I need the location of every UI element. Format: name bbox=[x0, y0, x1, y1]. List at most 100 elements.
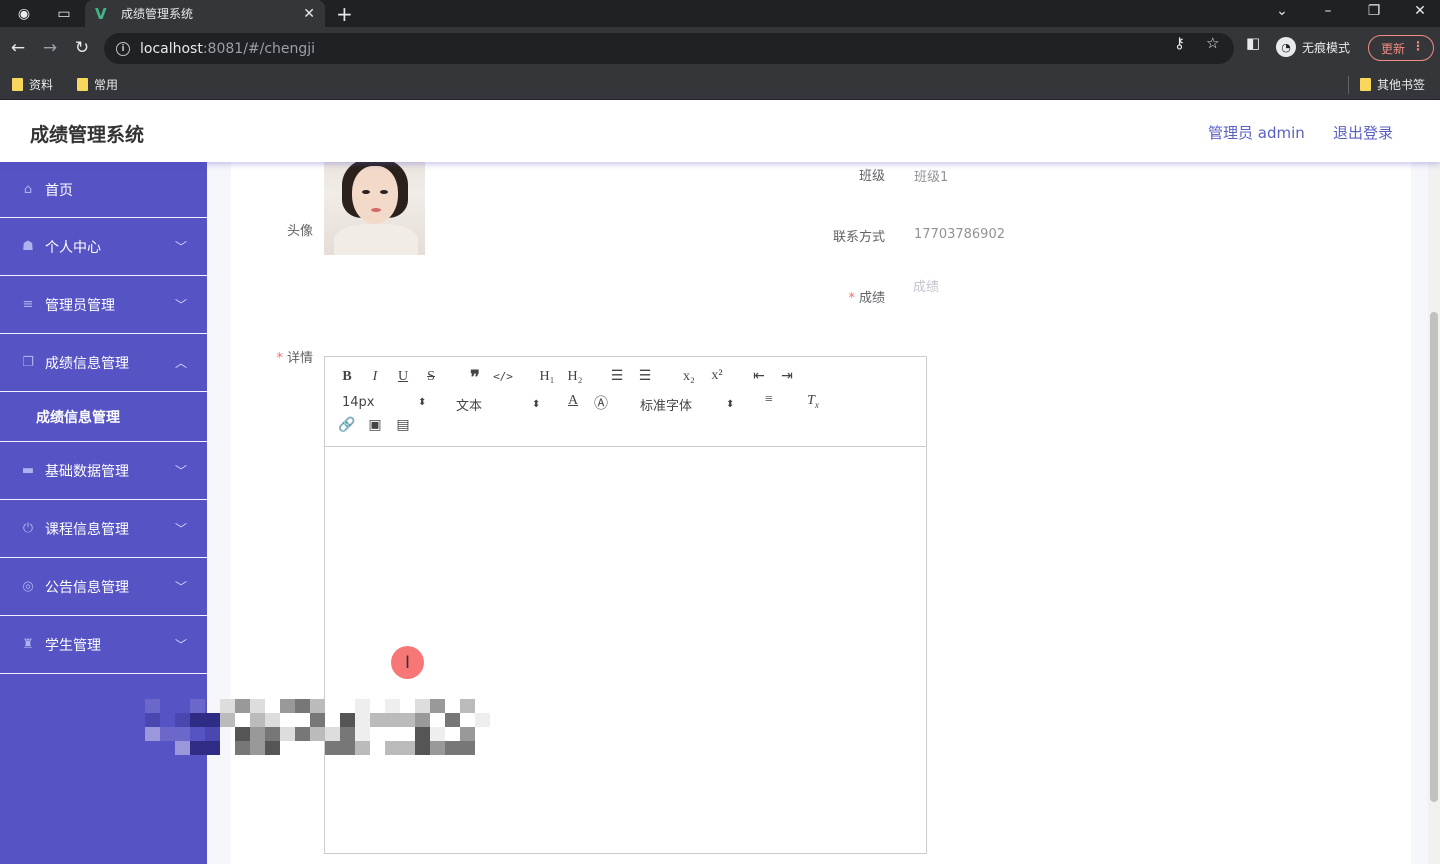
code-block-icon[interactable]: </> bbox=[493, 370, 513, 383]
header-select[interactable]: 文本 ⬍ bbox=[456, 395, 540, 414]
user-icon: ☗ bbox=[22, 239, 34, 254]
avatar-label: 头像 bbox=[286, 224, 313, 239]
sidebar-item-courses[interactable]: ⏻ 课程信息管理 ﹀ bbox=[0, 500, 207, 558]
image-icon[interactable]: ▣ bbox=[365, 417, 385, 434]
app-title: 成绩管理系统 bbox=[30, 124, 145, 146]
sidebar-item-scores[interactable]: ❐ 成绩信息管理 ︿ bbox=[0, 334, 207, 392]
chevron-down-icon: ﹀ bbox=[174, 638, 187, 652]
class-value: 班级1 bbox=[914, 170, 949, 185]
info-icon[interactable]: i bbox=[116, 41, 130, 56]
incognito-profile[interactable]: ◔ 无痕模式 bbox=[1276, 37, 1350, 57]
text-cursor-icon: I bbox=[391, 646, 424, 679]
minimize-icon[interactable]: – bbox=[1316, 3, 1340, 19]
close-window-icon[interactable]: ✕ bbox=[1408, 3, 1432, 19]
bookmark-folder[interactable]: 常用 bbox=[77, 76, 118, 93]
list-icon: ≡ bbox=[22, 297, 34, 312]
monitor-icon: ▬ bbox=[21, 463, 35, 478]
chevron-down-icon: ﹀ bbox=[174, 298, 187, 312]
align-icon[interactable]: ≡ bbox=[759, 392, 779, 408]
contact-value: 17703786902 bbox=[914, 227, 1005, 242]
sidebar-item-home[interactable]: ⌂ 首页 bbox=[0, 162, 207, 218]
video-icon[interactable]: ▤ bbox=[393, 417, 413, 434]
new-tab-icon[interactable]: + bbox=[336, 2, 353, 26]
power-icon: ⏻ bbox=[22, 521, 34, 536]
tab-title: 成绩管理系统 bbox=[121, 7, 194, 21]
score-input[interactable]: 成绩 bbox=[901, 270, 1381, 300]
italic-icon[interactable]: I bbox=[365, 369, 385, 385]
current-user: 管理员 admin bbox=[1208, 124, 1305, 142]
main-content: 头像 班级 班级1 联系方式 17703786902 * 成绩 成绩 * 详情 B bbox=[207, 162, 1440, 864]
blockquote-icon[interactable]: ❞ bbox=[465, 367, 485, 388]
avatar-image[interactable] bbox=[324, 162, 425, 255]
sidebar-item-notices[interactable]: ◎ 公告信息管理 ﹀ bbox=[0, 558, 207, 616]
folder-icon bbox=[77, 78, 88, 91]
sidebar-item-students[interactable]: ♜ 学生管理 ﹀ bbox=[0, 616, 207, 674]
form-card: 头像 班级 班级1 联系方式 17703786902 * 成绩 成绩 * 详情 B bbox=[231, 162, 1411, 864]
class-label: 班级 bbox=[858, 169, 885, 184]
vue-logo-icon: V bbox=[95, 4, 107, 23]
browser-toolbar: ← → ↻ i localhost:8081/#/chengji ⚷ ☆ ◧ ◔… bbox=[0, 27, 1440, 70]
indent-increase-icon[interactable]: ⇥ bbox=[777, 368, 797, 385]
bullet-list-icon[interactable]: ☰ bbox=[635, 368, 655, 385]
ordered-list-icon[interactable]: ☰ bbox=[607, 368, 627, 385]
chevron-down-icon: ﹀ bbox=[174, 580, 187, 594]
home-icon: ⌂ bbox=[23, 182, 33, 197]
sidebar-item-profile[interactable]: ☗ 个人中心 ﹀ bbox=[0, 218, 207, 276]
page-scrollbar[interactable] bbox=[1428, 162, 1440, 864]
clear-format-icon[interactable]: Tx bbox=[803, 393, 823, 410]
tab-list-icon[interactable]: ⌄ bbox=[1270, 3, 1294, 19]
restore-icon[interactable]: ❐ bbox=[1362, 3, 1386, 19]
rich-text-editor: B I U S ❞ </> H₁ H₂ ☰ ☰ x₂ x² ⇤ ⇥ 14px⬍ bbox=[324, 356, 927, 854]
subscript-icon[interactable]: x₂ bbox=[677, 369, 701, 385]
sidebar-subitem-scores[interactable]: 成绩信息管理 bbox=[0, 392, 207, 442]
browser-tab[interactable]: V 成绩管理系统 ✕ bbox=[85, 0, 325, 27]
sidebar-item-base-data[interactable]: ▬ 基础数据管理 ﹀ bbox=[0, 442, 207, 500]
underline-icon[interactable]: U bbox=[393, 369, 413, 385]
logout-link[interactable]: 退出登录 bbox=[1333, 122, 1393, 143]
address-bar[interactable]: i localhost:8081/#/chengji bbox=[104, 33, 1234, 64]
incognito-icon: ◔ bbox=[1276, 37, 1296, 57]
editor-toolbar: B I U S ❞ </> H₁ H₂ ☰ ☰ x₂ x² ⇤ ⇥ 14px⬍ bbox=[325, 357, 926, 447]
sidebar-item-admins[interactable]: ≡ 管理员管理 ﹀ bbox=[0, 276, 207, 334]
key-icon[interactable]: ⚷ bbox=[1174, 34, 1185, 52]
reload-icon[interactable]: ↻ bbox=[70, 36, 94, 60]
sidebar: ⌂ 首页 ☗ 个人中心 ﹀ ≡ 管理员管理 ﹀ ❐ 成绩信息管理 ︿ 成绩信息管… bbox=[0, 162, 207, 864]
chevron-up-icon: ︿ bbox=[174, 356, 187, 370]
bookmark-folder[interactable]: 资料 bbox=[12, 76, 53, 93]
font-size-select[interactable]: 14px ⬍ bbox=[342, 395, 426, 410]
chevron-down-icon: ﹀ bbox=[174, 464, 187, 478]
background-color-icon[interactable]: Ⓐ bbox=[591, 393, 611, 413]
score-label: * 成绩 bbox=[848, 291, 885, 306]
heading-1-icon[interactable]: H₁ bbox=[535, 369, 559, 385]
contact-label: 联系方式 bbox=[832, 230, 885, 245]
url-text: localhost:8081/#/chengji bbox=[140, 40, 316, 57]
podium-icon: ♜ bbox=[22, 637, 34, 652]
link-icon[interactable]: 🔗 bbox=[337, 417, 357, 434]
globe-icon[interactable]: ◉ bbox=[14, 4, 34, 23]
tab-search-icon[interactable]: ▭ bbox=[54, 4, 74, 23]
bold-icon[interactable]: B bbox=[337, 369, 357, 385]
text-color-icon[interactable]: A bbox=[563, 393, 583, 409]
update-button[interactable]: 更新 ⋮ bbox=[1368, 35, 1434, 61]
forward-icon[interactable]: → bbox=[38, 36, 62, 60]
strike-icon[interactable]: S bbox=[421, 369, 441, 385]
copy-icon: ❐ bbox=[22, 355, 34, 370]
compass-icon: ◎ bbox=[22, 579, 34, 594]
chevron-down-icon: ﹀ bbox=[174, 522, 187, 536]
other-bookmarks[interactable]: 其他书签 bbox=[1360, 76, 1425, 93]
superscript-icon[interactable]: x² bbox=[705, 368, 729, 384]
back-icon[interactable]: ← bbox=[6, 36, 30, 60]
side-panel-icon[interactable]: ◧ bbox=[1246, 34, 1260, 52]
star-icon[interactable]: ☆ bbox=[1206, 34, 1219, 52]
more-menu-icon[interactable]: ⋮ bbox=[1412, 39, 1424, 53]
browser-tab-bar: ◉ ▭ V 成绩管理系统 ✕ + ⌄ – ❐ ✕ bbox=[0, 0, 1440, 27]
close-tab-icon[interactable]: ✕ bbox=[303, 6, 315, 22]
font-family-select[interactable]: 标准字体 ⬍ bbox=[640, 395, 736, 414]
folder-icon bbox=[12, 78, 23, 91]
heading-2-icon[interactable]: H₂ bbox=[563, 369, 587, 385]
folder-icon bbox=[1360, 78, 1371, 91]
indent-decrease-icon[interactable]: ⇤ bbox=[749, 368, 769, 385]
app-header: 成绩管理系统 管理员 admin 退出登录 bbox=[0, 100, 1440, 162]
pixelated-watermark bbox=[145, 699, 490, 755]
scrollbar-thumb[interactable] bbox=[1430, 312, 1438, 802]
